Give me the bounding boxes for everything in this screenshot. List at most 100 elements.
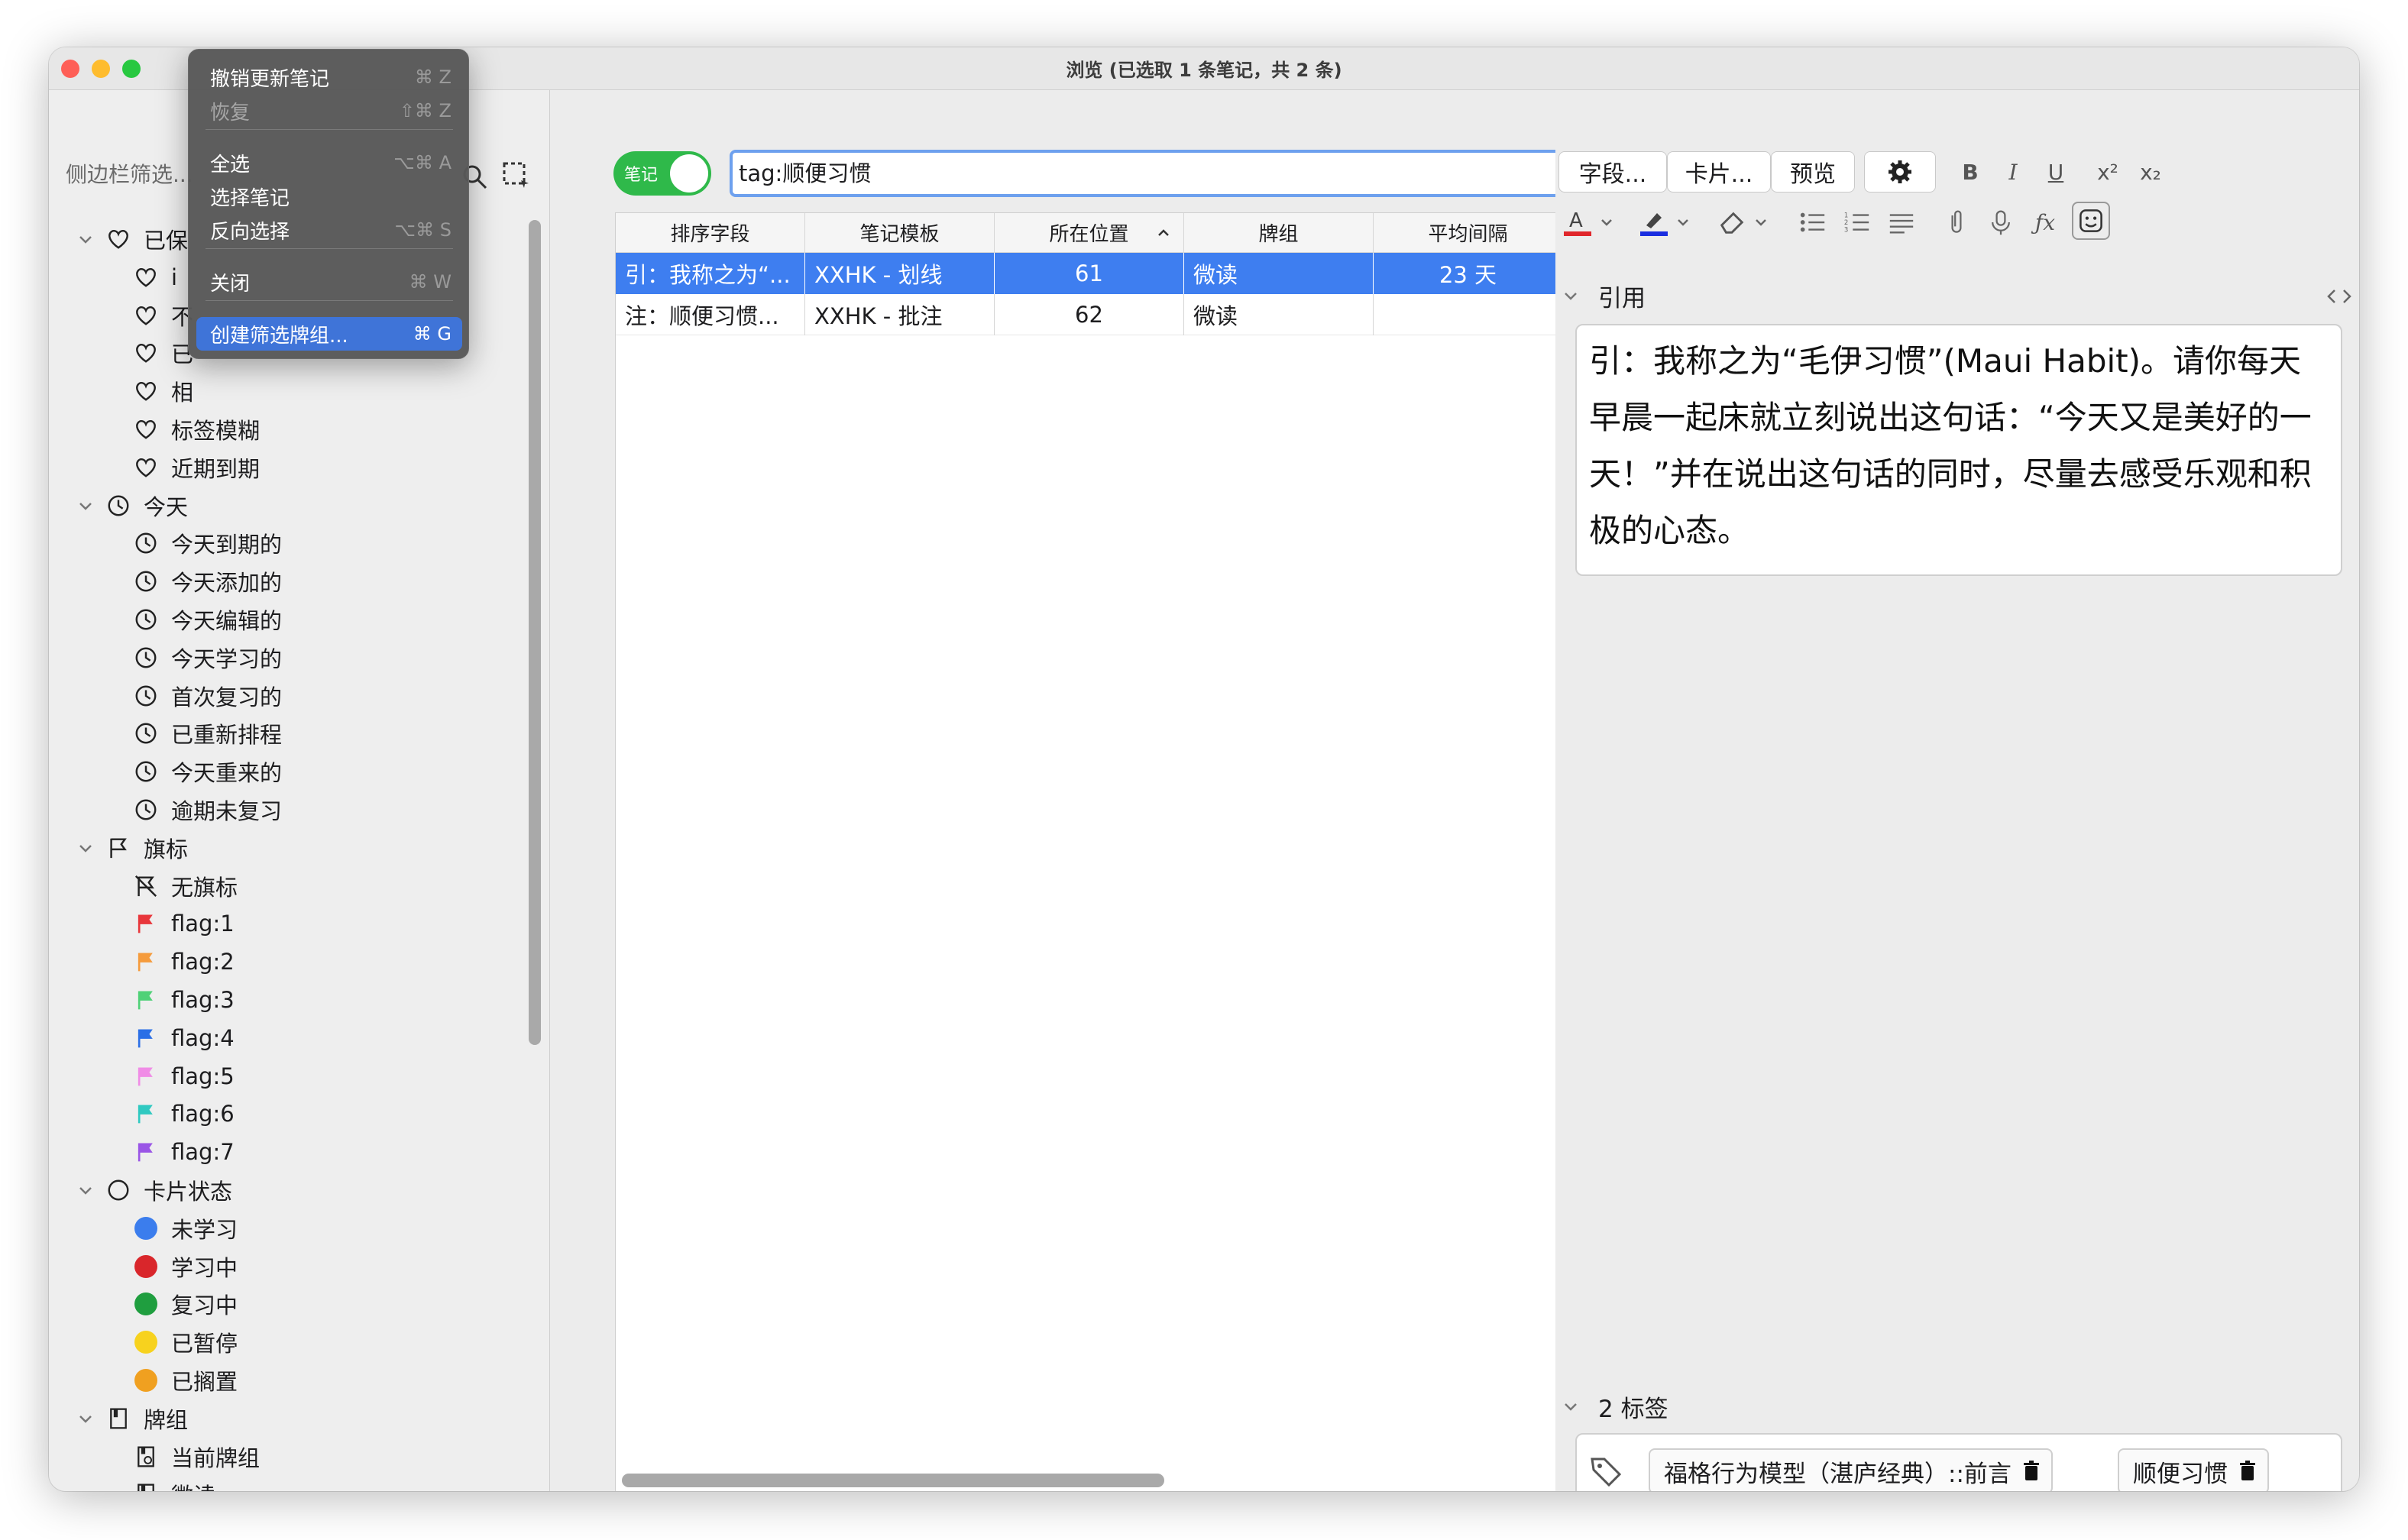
trash-icon[interactable] [2238,1461,2257,1482]
highlight-color-dropdown[interactable] [1672,203,1694,241]
sidebar-item[interactable]: 不 [133,296,193,335]
field-header[interactable]: 引用 [1562,278,1646,313]
menu-item-shortcut: ⌘ W [409,271,452,293]
menu-item[interactable]: 反向选择 ⌥⌘ S [196,213,462,247]
sidebar-scrollbar[interactable] [529,220,541,1045]
sidebar-item[interactable]: 今天重来的 [133,752,282,791]
sidebar-item[interactable]: 今天 [76,487,188,525]
chevron-down-icon [1565,293,1577,300]
sidebar-item-label: flag:1 [171,911,235,937]
zoom-window-button[interactable] [122,60,141,78]
menu-item[interactable]: 关闭 ⌘ W [196,265,462,299]
tags-header[interactable]: 2 标签 [1562,1389,1668,1424]
sidebar-item[interactable]: 今天学习的 [133,639,282,677]
underline-button[interactable]: U [2037,153,2075,191]
sidebar-item[interactable]: 卡片状态 [76,1171,232,1209]
cards-notes-toggle[interactable]: 笔记 [613,151,711,196]
sidebar-item[interactable]: 未学习 [133,1209,238,1247]
menu-item[interactable]: 撤销更新笔记 ⌘ Z [196,60,462,94]
sidebar-item[interactable]: 学习中 [133,1247,238,1286]
sidebar-item[interactable]: 当前牌组 [133,1438,260,1476]
text-color-button[interactable]: A [1558,203,1597,241]
sidebar-item[interactable]: 首次复习的 [133,677,282,715]
quote-field-editor[interactable]: 引：我称之为“毛伊习惯”(Maui Habit)。请你每天早晨一起床就立刻说出这… [1575,324,2342,576]
sidebar-item[interactable]: flag:7 [133,1133,235,1171]
tag-chip[interactable]: 福格行为模型（湛庐经典）::前言 [1649,1448,2053,1491]
fields-button[interactable]: 字段... [1558,151,1667,192]
sidebar-item[interactable]: flag:5 [133,1057,235,1095]
tag-editor[interactable]: 福格行为模型（湛庐经典）::前言 顺便习惯 [1575,1433,2342,1491]
sidebar-item[interactable]: 相 [133,372,193,410]
menu-item[interactable]: 选择笔记 [196,180,462,213]
sidebar-item[interactable]: flag:1 [133,904,235,943]
menu-item-shortcut: ⌥⌘ A [393,152,452,173]
sidebar-item[interactable]: 逾期未复习 [133,791,282,829]
close-window-button[interactable] [61,60,79,78]
cards-button[interactable]: 卡片... [1667,151,1771,192]
trash-icon[interactable] [2022,1461,2041,1482]
preview-button[interactable]: 预览 [1771,151,1855,192]
table-row[interactable]: 引：我称之为“...XXHK - 划线61微读23 天2 [616,253,1600,294]
record-audio-button[interactable] [1982,203,2020,241]
tag-icon [1591,1458,1622,1487]
sidebar-item[interactable]: flag:3 [133,981,235,1019]
sidebar-item[interactable]: flag:2 [133,943,235,981]
eraser-dropdown[interactable] [1749,203,1772,241]
html-editor-toggle-icon[interactable] [2325,287,2353,306]
settings-button[interactable] [1864,151,1936,192]
eraser-button[interactable] [1713,203,1751,241]
clock-icon [133,645,159,671]
tag-chip[interactable]: 顺便习惯 [2118,1448,2269,1491]
sidebar-item[interactable]: 标签模糊 [133,410,260,448]
column-header[interactable]: 排序字段 [616,213,805,253]
mathjax-button[interactable]: ƒx [2026,203,2064,241]
bold-button[interactable]: B [1951,153,1989,191]
column-header[interactable]: 所在位置 [995,213,1184,253]
table-row[interactable]: 注：顺便习惯... XXHK - 批注 62 微读 [616,294,1600,335]
sidebar-item[interactable]: 已 [133,334,193,372]
bullet-list-button[interactable] [1794,203,1832,241]
text-color-dropdown[interactable] [1595,203,1618,241]
table-cell: XXHK - 批注 [805,294,995,335]
highlight-color-button[interactable] [1635,203,1673,241]
flag-icon [133,987,159,1013]
sidebar-item[interactable]: 牌组 [76,1399,188,1438]
rectangle-select-icon[interactable] [501,160,532,191]
sidebar-item[interactable]: flag:6 [133,1095,235,1133]
italic-button[interactable]: I [1994,153,2032,191]
column-header[interactable]: 平均间隔 [1374,213,1563,253]
sidebar-item[interactable]: i [133,258,177,296]
column-header[interactable]: 笔记模板 [805,213,995,253]
sidebar-item[interactable]: 今天到期的 [133,524,282,562]
column-header-label: 牌组 [1258,223,1299,246]
sidebar-filter-input[interactable]: 侧边栏筛选... [66,156,196,194]
sidebar-item[interactable]: 复习中 [133,1285,238,1323]
minimize-window-button[interactable] [92,60,110,78]
align-button[interactable] [1882,203,1921,241]
sidebar-item[interactable]: 已搁置 [133,1361,238,1399]
sidebar-item[interactable]: 已重新排程 [133,714,282,752]
superscript-button[interactable]: x² [2089,153,2127,191]
subscript-button[interactable]: x₂ [2131,153,2170,191]
table-horizontal-scrollbar[interactable] [622,1474,1164,1487]
menu-item[interactable]: 全选 ⌥⌘ A [196,146,462,180]
attach-button[interactable] [1937,203,1976,241]
sidebar-item[interactable]: 已保 [76,220,188,258]
menu-item[interactable]: 创建筛选牌组... ⌘ G [196,317,462,351]
sidebar-item[interactable]: 近期到期 [133,448,260,487]
dot-icon [133,1367,159,1393]
align-left-icon [1889,214,1914,234]
image-occlusion-button[interactable] [2072,202,2110,240]
sidebar-item[interactable]: 无旗标 [133,867,238,905]
numbered-list-icon: 123 [1844,212,1869,234]
sidebar-item[interactable]: 今天编辑的 [133,600,282,639]
sidebar-item[interactable]: 今天添加的 [133,562,282,600]
sidebar-item[interactable]: 已暂停 [133,1323,238,1361]
search-input[interactable]: tag:顺便习惯 [730,150,1596,197]
sidebar-item[interactable]: flag:4 [133,1019,235,1057]
notes-table: 排序字段 笔记模板 所在位置 牌组 平均间隔 引：我称之为“... XXHK - 划线 61 微… [615,212,1600,1491]
sidebar-item[interactable]: 微读 [133,1475,215,1491]
column-header[interactable]: 牌组 [1184,213,1374,253]
sidebar-item[interactable]: 旗标 [76,829,188,867]
numbered-list-button[interactable]: 123 [1838,203,1876,241]
